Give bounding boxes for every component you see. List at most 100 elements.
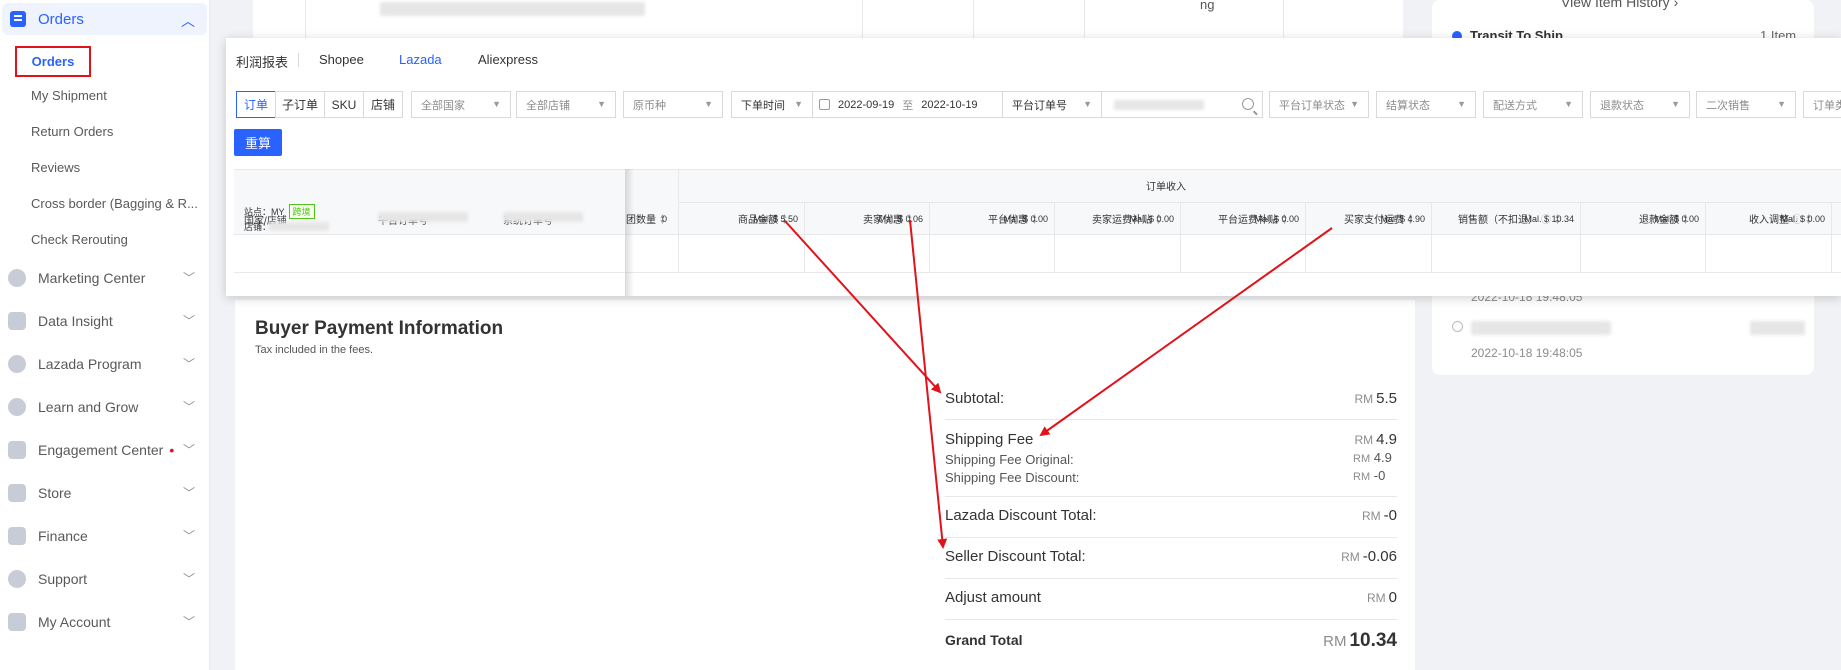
subtotal-value: 5.5 (1376, 390, 1397, 407)
currency: RM (1341, 550, 1360, 564)
cell-seller-discount: Mal. $ 0.06 (878, 214, 923, 224)
sidebar-item-label: Finance (38, 528, 88, 544)
grand-total-value: 10.34 (1349, 630, 1397, 651)
cell-sales-amount: Mal. $ 10.34 (1524, 214, 1574, 224)
divider (298, 53, 299, 67)
shipping-original-number: 4.9 (1373, 450, 1392, 465)
divider (1580, 202, 1581, 273)
secondary-sale-select[interactable]: 二次销售 ▼ (1696, 91, 1796, 118)
divider (1084, 0, 1085, 38)
subtotal-value-wrap: RM 5.5 (1354, 390, 1397, 408)
order-number-type-value: 平台订单号 (1012, 99, 1067, 112)
store-icon (8, 484, 26, 502)
help-icon (8, 570, 26, 588)
sidebar-subitem-cross-border[interactable]: Cross border (Bagging & R... (31, 196, 198, 211)
cell-platform-shipping-subsidy: Mal. $ 0.00 (1254, 214, 1299, 224)
redacted-text (1471, 321, 1611, 335)
timestamp: 2022-10-18 19:48:05 (1471, 346, 1583, 360)
seg-store[interactable]: 店铺 (363, 91, 403, 118)
divider (305, 0, 306, 38)
shipping-original-value: RM 4.9 (1353, 450, 1392, 465)
sidebar-item-finance[interactable]: Finance ﹀ (0, 521, 207, 551)
seg-sub-order[interactable]: 子订单 (275, 91, 325, 118)
refund-status-select[interactable]: 退款状态 ▼ (1590, 91, 1690, 118)
order-number-input[interactable] (1101, 91, 1263, 118)
currency: RM (1354, 392, 1374, 406)
sidebar: Orders ︿ Orders My Shipment Return Order… (0, 0, 210, 670)
divider (862, 0, 863, 38)
recalculate-button[interactable]: 重算 (234, 129, 282, 156)
cell-income-adjust: Mal. $ 0.00 (1780, 214, 1825, 224)
cell-seller-shipping-subsidy: Mal. $ 0.00 (1129, 214, 1174, 224)
seg-sku[interactable]: SKU (324, 91, 364, 118)
caret-down-icon: ▼ (1564, 99, 1573, 109)
caret-down-icon: ▼ (597, 99, 606, 109)
lazada-value-wrap: RM -0 (1362, 507, 1397, 525)
order-number-type-select[interactable]: 平台订单号 ▼ (1002, 91, 1102, 118)
date-range-picker[interactable]: 2022-09-19 至 2022-10-19 (812, 91, 1022, 118)
view-item-history-link[interactable]: View Item History › (1561, 0, 1678, 10)
wallet-icon (8, 527, 26, 545)
redacted-text (380, 2, 645, 16)
user-icon (8, 613, 26, 631)
divider (1180, 202, 1181, 273)
sidebar-subitem-orders[interactable]: Orders (15, 46, 91, 77)
time-type-select[interactable]: 下单时间 ▼ (731, 91, 813, 118)
divider (929, 202, 930, 273)
tab-profit-report[interactable]: 利润报表 (236, 52, 288, 71)
nav-orders-header[interactable]: Orders ︿ (2, 3, 207, 35)
settlement-status-select[interactable]: 结算状态 ▼ (1376, 91, 1476, 118)
tab-aliexpress[interactable]: Aliexpress (478, 52, 538, 67)
payment-title: Buyer Payment Information (255, 318, 504, 339)
shipping-original-label: Shipping Fee Original: (945, 452, 1074, 467)
divider (1705, 202, 1706, 273)
sidebar-item-store[interactable]: Store ﹀ (0, 478, 207, 508)
sidebar-subitem-my-shipment[interactable]: My Shipment (31, 88, 107, 103)
sidebar-subitem-check-rerouting[interactable]: Check Rerouting (31, 232, 128, 247)
order-type-value: 订单类 (1813, 99, 1841, 112)
cell-platform-discount: Mal. $ 0.00 (1003, 214, 1048, 224)
currency: RM (1361, 509, 1381, 523)
delivery-method-select[interactable]: 配送方式 ▼ (1483, 91, 1583, 118)
sidebar-item-learn-and-grow[interactable]: Learn and Grow ﹀ (0, 392, 207, 422)
country-select[interactable]: 全部国家 ▼ (411, 91, 511, 118)
lazada-discount-label: Lazada Discount Total: (945, 507, 1097, 524)
buyer-payment-card (235, 300, 1415, 670)
order-type-select[interactable]: 订单类 (1803, 91, 1841, 118)
sidebar-item-support[interactable]: Support ﹀ (0, 564, 207, 594)
time-type-value: 下单时间 (741, 99, 785, 112)
sidebar-item-data-insight[interactable]: Data Insight ﹀ (0, 306, 207, 336)
income-group-header: 订单收入 (1146, 182, 1186, 193)
tab-lazada[interactable]: Lazada (399, 52, 442, 67)
sidebar-item-marketing-center[interactable]: Marketing Center ﹀ (0, 263, 207, 293)
chevron-down-icon: ﹀ (182, 400, 195, 414)
refund-status-value: 退款状态 (1600, 99, 1644, 112)
search-icon[interactable] (1242, 98, 1254, 110)
shipping-discount-value: RM -0 (1353, 468, 1385, 483)
sidebar-subitem-reviews[interactable]: Reviews (31, 160, 80, 175)
currency: RM (1353, 453, 1371, 465)
sidebar-item-label: Marketing Center (38, 270, 146, 286)
divider (973, 0, 974, 38)
sidebar-item-engagement-center[interactable]: Engagement Center • ﹀ (0, 435, 207, 465)
caret-down-icon: ▼ (1457, 99, 1466, 109)
tab-shopee[interactable]: Shopee (319, 52, 364, 67)
cell-refund-amount: Mal. $ 0.00 (1654, 214, 1699, 224)
sidebar-subitem-return-orders[interactable]: Return Orders (31, 124, 113, 139)
sidebar-item-label: Data Insight (38, 313, 113, 329)
grand-value-wrap: RM 10.34 (1323, 630, 1397, 652)
marketing-icon (8, 269, 26, 287)
sidebar-item-label: Engagement Center (38, 442, 164, 458)
order-status-value: 平台订单状态 (1279, 99, 1345, 112)
shipping-value-wrap: RM 4.9 (1354, 431, 1397, 449)
sidebar-item-label: My Account (38, 614, 111, 630)
order-status-select[interactable]: 平台订单状态 ▼ (1269, 91, 1369, 118)
seg-order[interactable]: 订单 (236, 91, 276, 118)
sidebar-item-my-account[interactable]: My Account ﹀ (0, 607, 207, 637)
caret-down-icon: ▼ (1350, 99, 1359, 109)
currency-select[interactable]: 原币种 ▼ (623, 91, 723, 118)
sidebar-item-lazada-program[interactable]: Lazada Program ﹀ (0, 349, 207, 379)
sidebar-item-label: Store (38, 485, 72, 501)
store-select[interactable]: 全部店铺 ▼ (516, 91, 616, 118)
grand-total-label: Grand Total (945, 632, 1023, 648)
